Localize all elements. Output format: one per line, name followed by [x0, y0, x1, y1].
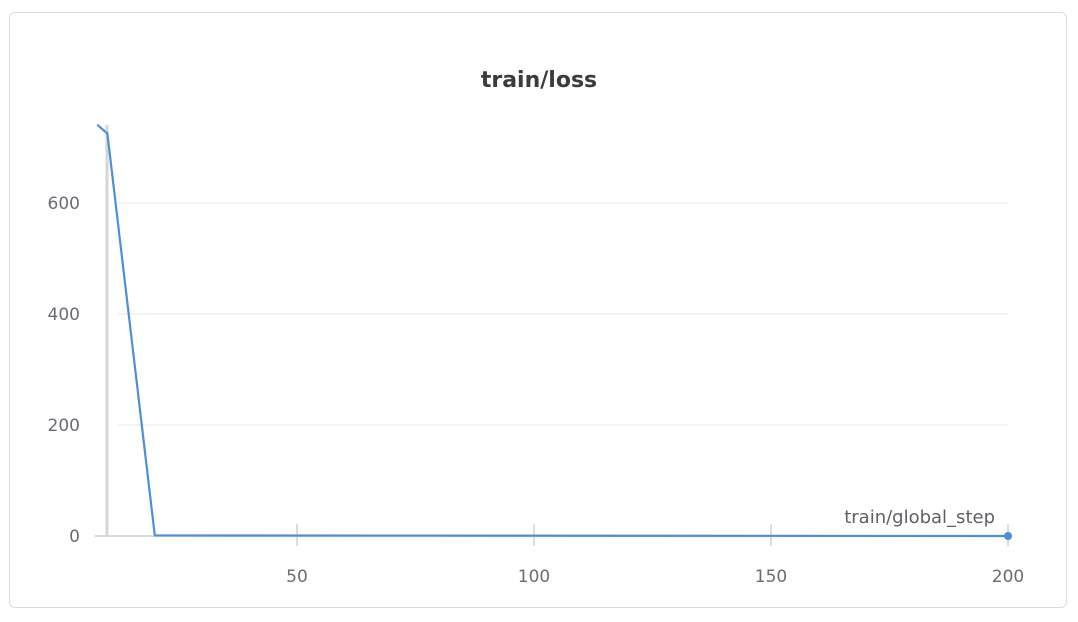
- y-tick-label-400: 400: [48, 305, 80, 325]
- x-tick-label-200: 200: [992, 567, 1024, 587]
- y-tick-label-600: 600: [48, 194, 80, 214]
- series-end-point-0[interactable]: [1004, 532, 1012, 540]
- x-tick-label-50: 50: [286, 567, 308, 587]
- x-tick-label-150: 150: [755, 567, 787, 587]
- x-axis-label: train/global_step: [844, 507, 995, 528]
- y-tick-label-200: 200: [48, 416, 80, 436]
- axes: [95, 125, 1012, 546]
- y-tick-label-0: 0: [69, 527, 80, 547]
- series-layer[interactable]: [96, 124, 1012, 540]
- series-line-0[interactable]: [96, 124, 1010, 538]
- x-tick-label-100: 100: [518, 567, 550, 587]
- tick-labels: 0 200 400 600 50 100 150 200: [48, 194, 1025, 587]
- loss-chart[interactable]: 0 200 400 600 50 100 150 200 train/global_step: [0, 0, 1078, 622]
- grid-lines: [118, 202, 1008, 426]
